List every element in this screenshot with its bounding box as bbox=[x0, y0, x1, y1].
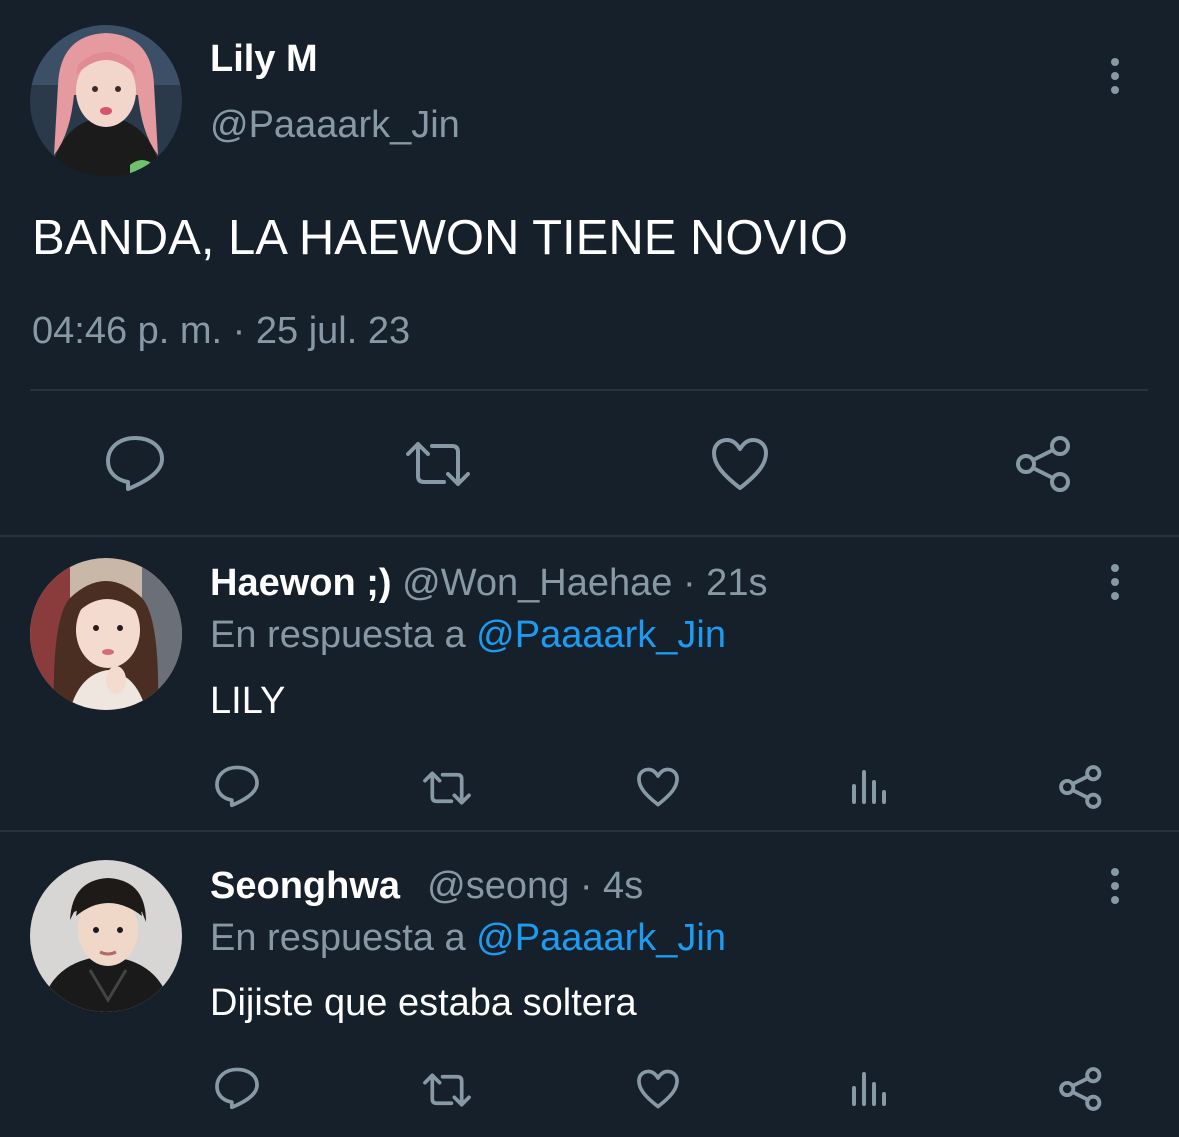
divider bbox=[0, 535, 1179, 537]
reply-header: Seonghwa @seong · 4s bbox=[210, 865, 643, 908]
reply-header: Haewon ;) @Won_Haehae · 21s bbox=[210, 562, 767, 605]
username-handle[interactable]: @seong bbox=[427, 865, 569, 907]
mention-link[interactable]: @Paaaark_Jin bbox=[476, 917, 726, 959]
reply-context: En respuesta a @Paaaark_Jin bbox=[210, 917, 726, 960]
username-handle[interactable]: @Won_Haehae bbox=[402, 562, 672, 604]
more-options-icon[interactable] bbox=[1100, 562, 1130, 602]
share-icon[interactable] bbox=[1058, 764, 1104, 810]
like-icon[interactable] bbox=[636, 766, 680, 808]
reply-icon[interactable] bbox=[214, 764, 260, 808]
reply-prefix: En respuesta a bbox=[210, 917, 466, 959]
reply-context: En respuesta a @Paaaark_Jin bbox=[210, 614, 726, 657]
tweet-time[interactable]: · 4s bbox=[580, 865, 643, 907]
share-icon[interactable] bbox=[1058, 1066, 1104, 1112]
tweet-text: Dijiste que estaba soltera bbox=[210, 982, 637, 1024]
like-icon[interactable] bbox=[636, 1068, 680, 1110]
divider bbox=[30, 389, 1148, 391]
tweet-timestamp[interactable]: 04:46 p. m. · 25 jul. 23 bbox=[32, 310, 410, 353]
more-options-icon[interactable] bbox=[1100, 56, 1130, 96]
display-name[interactable]: Haewon ;) bbox=[210, 562, 392, 604]
display-name[interactable]: Seonghwa bbox=[210, 865, 400, 907]
tweet-text: LILY bbox=[210, 680, 286, 722]
tweet-time[interactable]: · 21s bbox=[683, 562, 767, 604]
like-icon[interactable] bbox=[710, 436, 770, 492]
avatar[interactable] bbox=[30, 558, 182, 710]
retweet-icon[interactable] bbox=[422, 770, 472, 806]
analytics-icon[interactable] bbox=[850, 1068, 890, 1108]
display-name[interactable]: Lily M bbox=[210, 38, 318, 81]
more-options-icon[interactable] bbox=[1100, 866, 1130, 906]
tweet-text: BANDA, LA HAEWON TIENE NOVIO bbox=[32, 211, 848, 265]
username-handle[interactable]: @Paaaark_Jin bbox=[210, 104, 460, 147]
mention-link[interactable]: @Paaaark_Jin bbox=[476, 614, 726, 656]
share-icon[interactable] bbox=[1014, 434, 1074, 494]
analytics-icon[interactable] bbox=[850, 766, 890, 806]
avatar[interactable] bbox=[30, 860, 182, 1012]
retweet-icon[interactable] bbox=[404, 440, 472, 488]
reply-prefix: En respuesta a bbox=[210, 614, 466, 656]
divider bbox=[0, 830, 1179, 832]
retweet-icon[interactable] bbox=[422, 1072, 472, 1108]
avatar[interactable] bbox=[30, 25, 182, 177]
reply-icon[interactable] bbox=[214, 1066, 260, 1110]
reply-icon[interactable] bbox=[104, 434, 166, 492]
